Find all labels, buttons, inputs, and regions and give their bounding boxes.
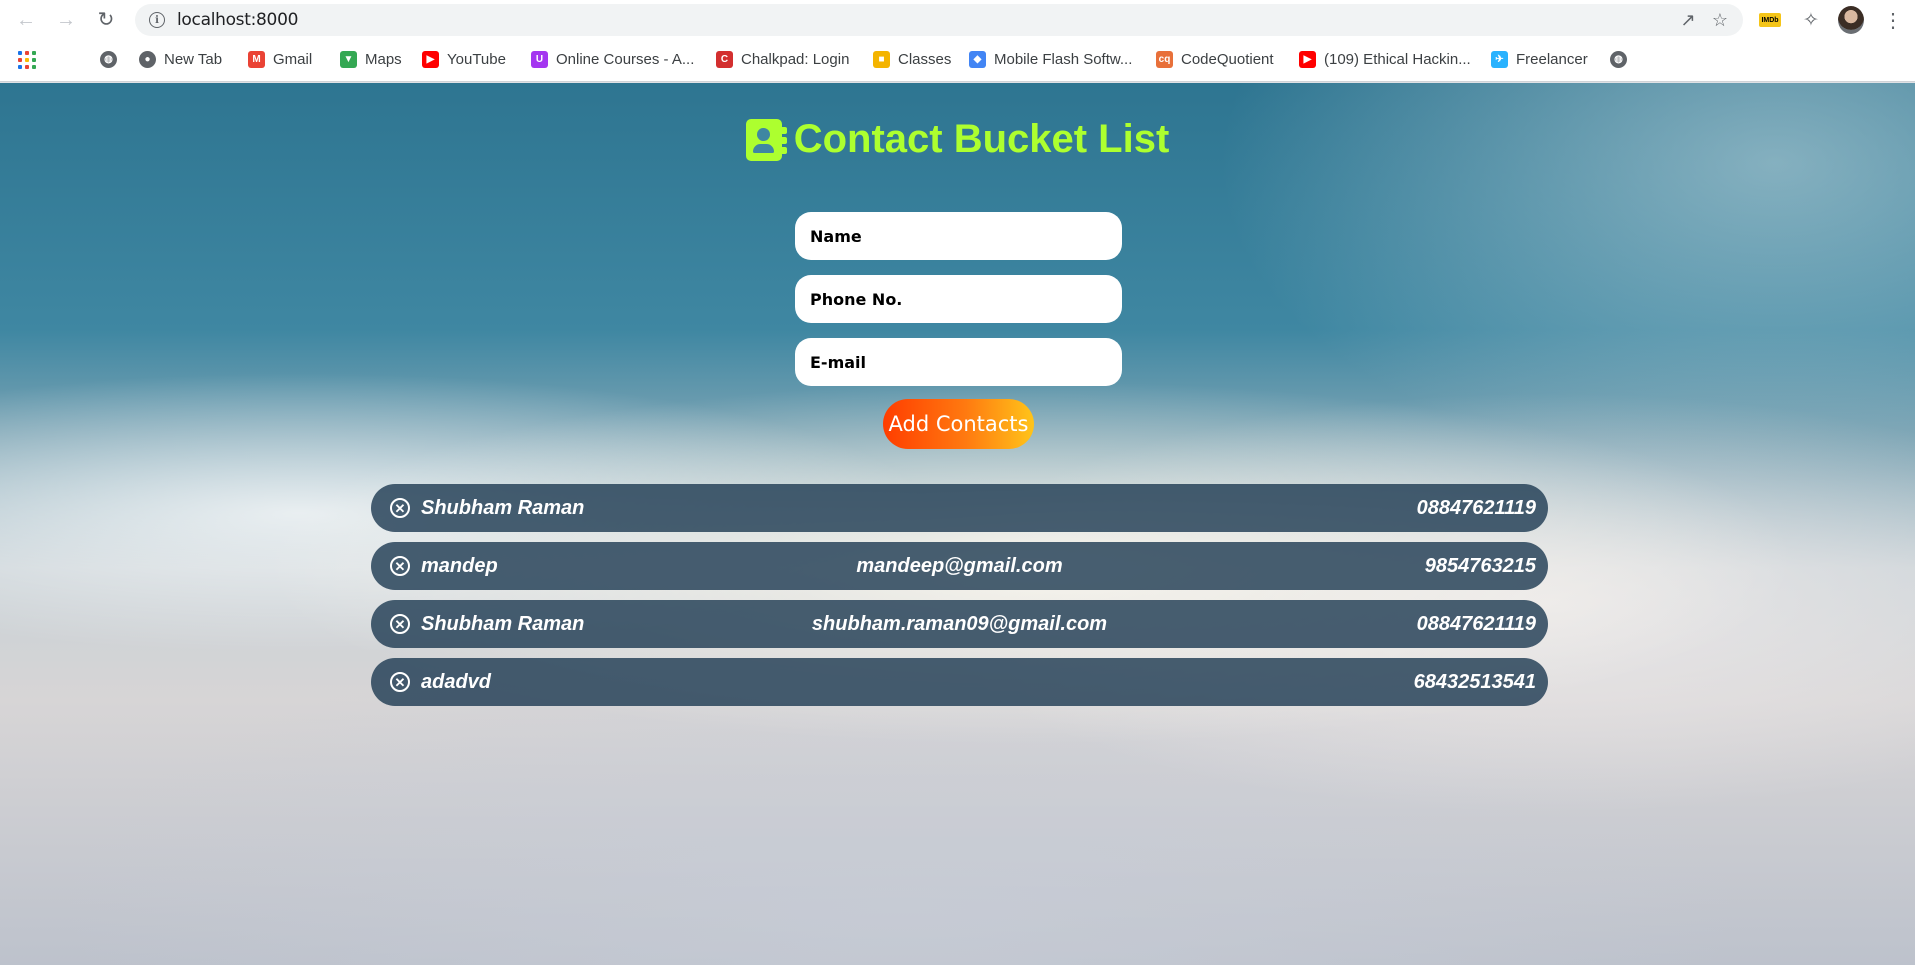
bookmark-item[interactable]: C Chalkpad: Login	[716, 40, 849, 78]
bookmark-label: Online Courses - A...	[556, 50, 695, 68]
gmail-icon: M	[248, 50, 265, 68]
bookmark-label: New Tab	[164, 50, 223, 68]
phone-input[interactable]	[795, 275, 1122, 323]
chalkpad-icon: C	[716, 50, 733, 68]
bookmark-label: (109) Ethical Hackin...	[1324, 50, 1471, 68]
contact-list: ✕ Shubham Raman 08847621119 ✕ mandep man…	[371, 484, 1548, 716]
bookmark-item[interactable]: ▼ Maps	[340, 40, 402, 78]
bookmark-label: Chalkpad: Login	[741, 50, 850, 68]
globe-icon: ◍	[1610, 50, 1627, 68]
reload-icon[interactable]: ↻	[92, 6, 120, 34]
contact-phone: 68432513541	[1413, 671, 1536, 693]
bookmark-item[interactable]: ▶ (109) Ethical Hackin...	[1299, 40, 1471, 78]
contact-name: Shubham Raman	[421, 613, 585, 635]
imdb-extension-icon[interactable]: IMDb	[1757, 7, 1783, 33]
bookmark-label: CodeQuotient	[1181, 50, 1274, 68]
bookmark-label: Classes	[898, 50, 952, 68]
bookmark-star-icon[interactable]: ☆	[1709, 9, 1731, 31]
courses-icon: U	[531, 50, 548, 68]
contact-name: mandep	[421, 555, 498, 577]
delete-contact-icon[interactable]: ✕	[390, 614, 410, 634]
contact-row: ✕ mandep mandeep@gmail.com 9854763215	[371, 542, 1548, 590]
contact-phone: 9854763215	[1424, 555, 1536, 577]
youtube-icon: ▶	[1299, 50, 1316, 68]
bookmark-item[interactable]: cq CodeQuotient	[1156, 40, 1274, 78]
apps-grid-icon[interactable]	[18, 51, 36, 69]
bookmark-item[interactable]: U Online Courses - A...	[531, 40, 694, 78]
bookmark-item[interactable]: ◍	[1610, 40, 1627, 78]
browser-toolbar: ← → ↻ i localhost:8000 ↗ ☆ IMDb ✧ ⋮	[0, 0, 1915, 40]
contact-row: ✕ Shubham Raman 08847621119	[371, 484, 1548, 532]
email-input[interactable]	[795, 338, 1122, 386]
contact-phone: 08847621119	[1416, 613, 1536, 635]
bookmark-label: Gmail	[273, 50, 313, 68]
globe-icon: ◍	[100, 50, 117, 68]
contact-row: ✕ adadvd 68432513541	[371, 658, 1548, 706]
contact-row: ✕ Shubham Raman shubham.raman09@gmail.co…	[371, 600, 1548, 648]
new-tab-icon: ●	[139, 50, 156, 68]
address-bar[interactable]: i localhost:8000 ↗ ☆	[135, 4, 1743, 36]
bookmark-item[interactable]: ▶ YouTube	[422, 40, 506, 78]
contact-phone: 08847621119	[1416, 497, 1536, 519]
codequotient-icon: cq	[1156, 50, 1173, 68]
bookmark-item[interactable]: M Gmail	[248, 40, 312, 78]
delete-contact-icon[interactable]: ✕	[390, 556, 410, 576]
maps-icon: ▼	[340, 50, 357, 68]
classes-icon: ■	[873, 50, 890, 68]
bookmark-item[interactable]: ■ Classes	[873, 40, 951, 78]
freelancer-icon: ✈	[1491, 50, 1508, 68]
address-url[interactable]: localhost:8000	[177, 4, 298, 36]
bookmark-item[interactable]: ◆ Mobile Flash Softw...	[969, 40, 1132, 78]
flash-software-icon: ◆	[969, 50, 986, 68]
bookmark-item[interactable]: ✈ Freelancer	[1491, 40, 1588, 78]
bookmark-label: Mobile Flash Softw...	[994, 50, 1133, 68]
bookmark-label: YouTube	[447, 50, 506, 68]
bookmark-item[interactable]: ◍	[100, 40, 117, 78]
back-arrow-icon[interactable]: ←	[12, 6, 40, 34]
name-input[interactable]	[795, 212, 1122, 260]
youtube-icon: ▶	[422, 50, 439, 68]
bookmark-label: Maps	[365, 50, 402, 68]
address-book-icon	[745, 118, 787, 161]
add-contacts-button[interactable]: Add Contacts	[883, 399, 1034, 449]
contact-email: mandeep@gmail.com	[856, 555, 1063, 577]
forward-arrow-icon[interactable]: →	[52, 6, 80, 34]
extensions-puzzle-icon[interactable]: ✧	[1798, 7, 1824, 33]
bookmark-item[interactable]: ● New Tab	[139, 40, 222, 78]
menu-kebab-icon[interactable]: ⋮	[1880, 7, 1906, 33]
contact-name: adadvd	[421, 671, 492, 693]
site-info-icon[interactable]: i	[149, 12, 165, 28]
delete-contact-icon[interactable]: ✕	[390, 498, 410, 518]
share-icon[interactable]: ↗	[1677, 9, 1699, 31]
profile-avatar[interactable]	[1838, 6, 1864, 34]
bookmarks-bar: ◍ ● New Tab M Gmail ▼ Maps ▶ YouTube U Online Cour…	[0, 40, 1915, 82]
bookmark-label: Freelancer	[1516, 50, 1588, 68]
delete-contact-icon[interactable]: ✕	[390, 672, 410, 692]
page-title: Contact Bucket List	[793, 117, 1170, 161]
contact-name: Shubham Raman	[421, 497, 585, 519]
page-header: Contact Bucket List	[0, 117, 1915, 166]
page-content: Contact Bucket List Add Contacts ✕ Shubh…	[0, 83, 1915, 965]
